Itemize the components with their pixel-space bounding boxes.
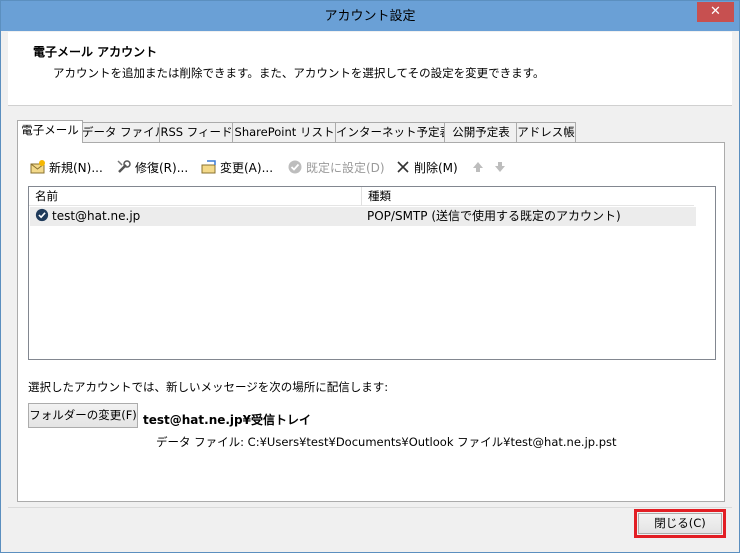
account-list: 名前 種類 test@hat.ne.jp POP/SMTP (送信で使用する既定…: [28, 186, 716, 360]
move-down-button[interactable]: [492, 157, 511, 179]
title-bar: アカウント設定 ✕: [1, 1, 739, 31]
wrench-icon: [117, 160, 131, 173]
delivery-location-label: 選択したアカウントでは、新しいメッセージを次の場所に配信します:: [28, 380, 389, 394]
tab-address-books[interactable]: アドレス帳: [516, 122, 576, 142]
repair-label: 修復(R)...: [135, 161, 189, 175]
change-folder-button[interactable]: フォルダーの変更(F): [28, 403, 138, 428]
set-default-button[interactable]: 既定に設定(D): [287, 157, 385, 179]
delete-x-icon: [397, 161, 409, 173]
arrow-up-icon: [473, 162, 483, 172]
move-up-button[interactable]: [470, 157, 489, 179]
tab-email[interactable]: 電子メール: [17, 120, 83, 143]
column-header-type[interactable]: 種類: [362, 187, 694, 206]
default-account-icon: [35, 207, 49, 226]
account-row[interactable]: test@hat.ne.jp POP/SMTP (送信で使用する既定のアカウント…: [30, 207, 696, 226]
header-description: アカウントを追加または削除できます。また、アカウントを選択してその設定を変更でき…: [53, 66, 545, 80]
tab-internet-calendars[interactable]: インターネット予定表: [335, 122, 451, 142]
change-button[interactable]: 変更(A)...: [201, 157, 273, 179]
account-type: POP/SMTP (送信で使用する既定のアカウント): [367, 209, 621, 223]
repair-button[interactable]: 修復(R)...: [116, 157, 188, 179]
footer-divider: [8, 507, 732, 508]
change-mail-icon: [201, 160, 216, 174]
close-button-highlight: [634, 509, 726, 538]
column-header-name[interactable]: 名前: [29, 187, 362, 206]
delivery-folder: test@hat.ne.jp¥受信トレイ: [143, 413, 311, 427]
tab-published-calendars[interactable]: 公開予定表: [444, 122, 518, 142]
delete-button[interactable]: 削除(M): [395, 157, 458, 179]
tab-rss-feeds[interactable]: RSS フィード: [159, 122, 234, 142]
data-file-path: データ ファイル: C:¥Users¥test¥Documents¥Outloo…: [156, 435, 617, 449]
tab-data-files[interactable]: データ ファイル: [81, 122, 166, 142]
window-close-icon[interactable]: ✕: [697, 2, 734, 22]
change-label: 変更(A)...: [220, 161, 274, 175]
window-title: アカウント設定: [324, 9, 416, 24]
new-mail-icon: [30, 160, 45, 174]
account-name: test@hat.ne.jp: [52, 209, 141, 223]
check-circle-icon: [288, 160, 302, 174]
arrow-down-icon: [495, 162, 505, 172]
account-settings-window: アカウント設定 ✕ 電子メール アカウント アカウントを追加または削除できます。…: [0, 0, 740, 553]
header-area: 電子メール アカウント アカウントを追加または削除できます。また、アカウントを選…: [8, 32, 732, 106]
tab-sharepoint-lists[interactable]: SharePoint リスト: [232, 122, 337, 142]
new-account-label: 新規(N)...: [49, 161, 103, 175]
delete-label: 削除(M): [414, 161, 458, 175]
email-tab-panel: 新規(N)... 修復(R)... 変更(A)... 既定に設定(D) 削除(M…: [17, 142, 725, 502]
header-title: 電子メール アカウント: [33, 45, 158, 59]
new-account-button[interactable]: 新規(N)...: [30, 157, 103, 179]
set-default-label: 既定に設定(D): [306, 161, 385, 175]
